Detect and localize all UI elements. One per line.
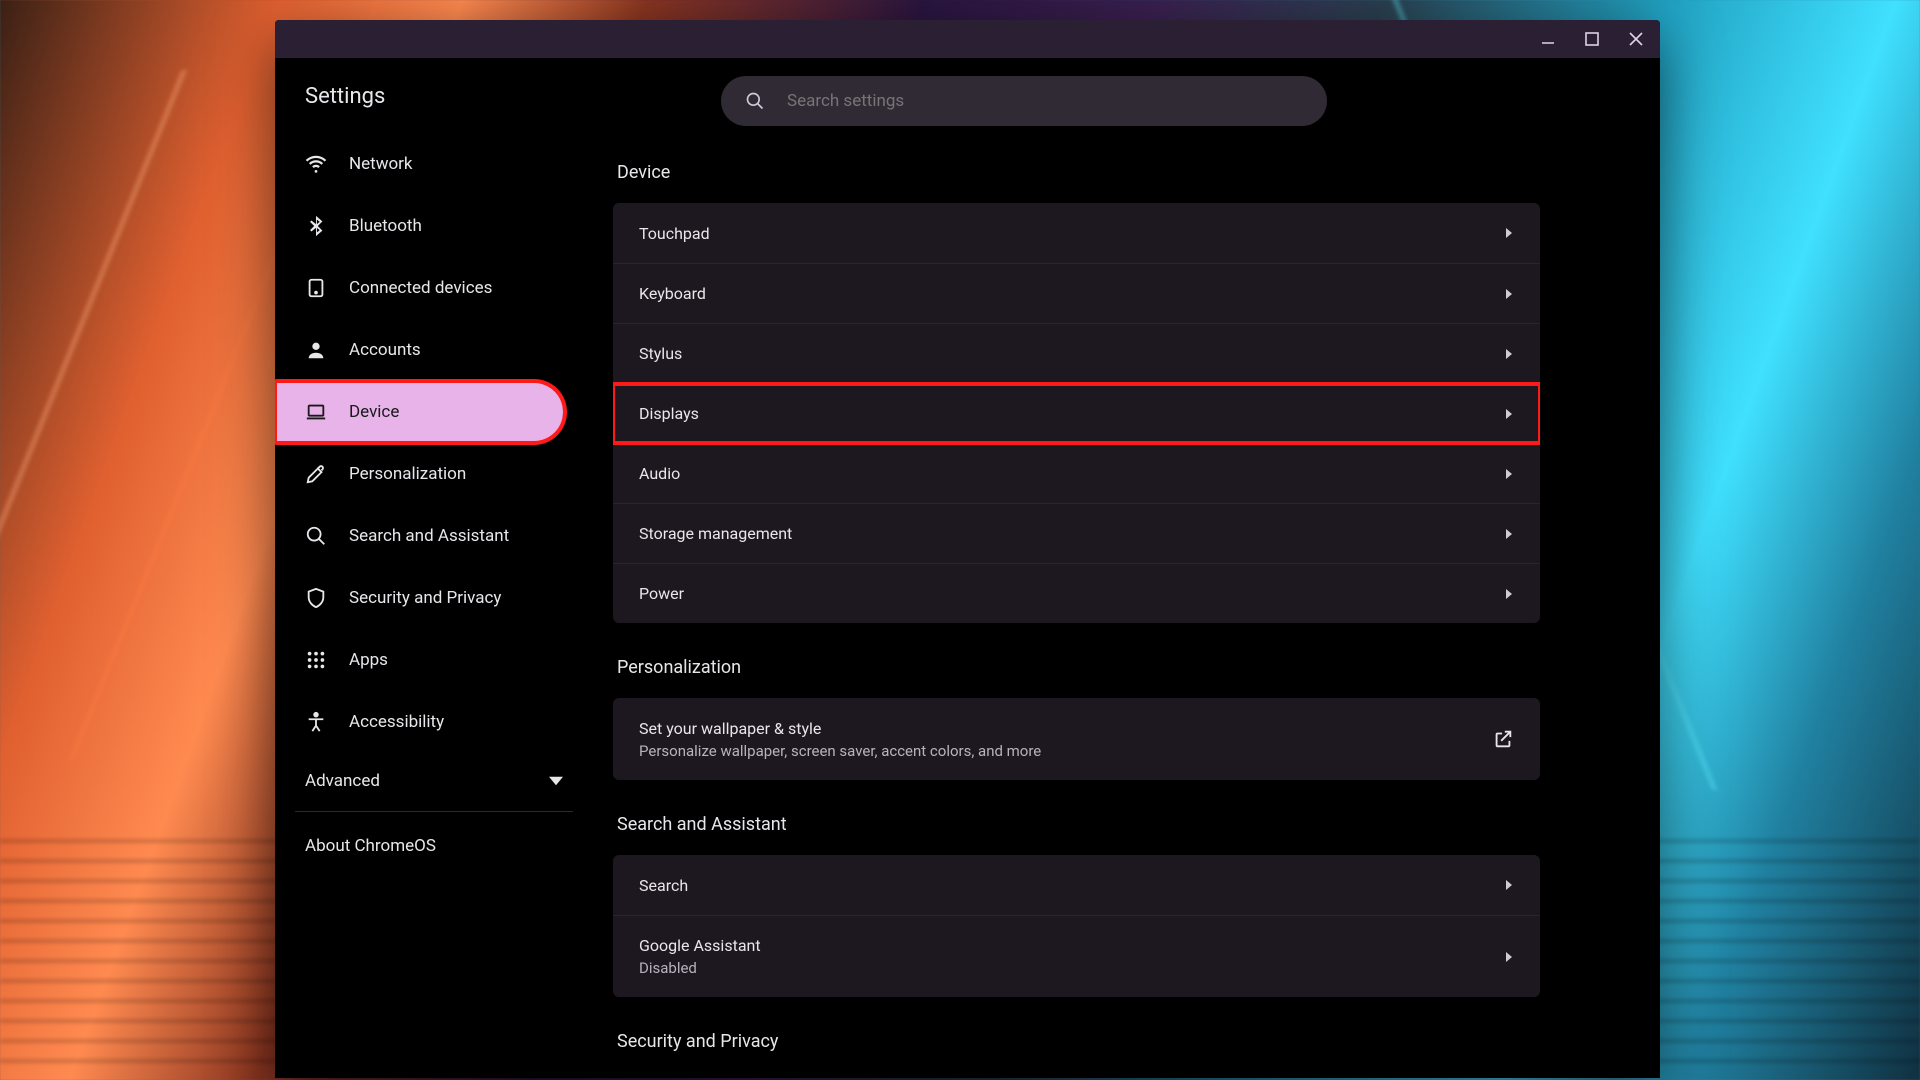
chevron-down-icon bbox=[549, 774, 563, 788]
sidebar-item-label: Security and Privacy bbox=[349, 588, 501, 608]
sidebar-about[interactable]: About ChromeOS bbox=[275, 818, 593, 874]
window-maximize-button[interactable] bbox=[1580, 27, 1604, 51]
sidebar-item-device[interactable]: Device bbox=[275, 381, 563, 443]
bluetooth-icon bbox=[305, 215, 327, 237]
settings-window: Settings Network Bluetooth Connected devic… bbox=[275, 20, 1660, 1078]
settings-row-touchpad[interactable]: Touchpad bbox=[613, 203, 1540, 263]
sidebar-item-label: Connected devices bbox=[349, 278, 492, 298]
sidebar-item-network[interactable]: Network bbox=[275, 133, 593, 195]
row-label: Keyboard bbox=[639, 284, 706, 303]
settings-card: Touchpad Keyboard Stylus Displays Audio Stora… bbox=[613, 203, 1540, 623]
chevron-right-icon bbox=[1504, 952, 1514, 962]
row-label: Stylus bbox=[639, 344, 682, 363]
sidebar-item-label: Network bbox=[349, 154, 413, 174]
shield-icon bbox=[305, 587, 327, 609]
settings-row-displays[interactable]: Displays bbox=[613, 383, 1540, 443]
section-title: Security and Privacy bbox=[617, 1031, 1540, 1052]
sidebar-item-accounts[interactable]: Accounts bbox=[275, 319, 593, 381]
chevron-right-icon bbox=[1504, 529, 1514, 539]
main-panel: Device Touchpad Keyboard Stylus Displays Audi… bbox=[593, 58, 1660, 1078]
open-external-icon bbox=[1492, 728, 1514, 750]
row-sublabel: Personalize wallpaper, screen saver, acc… bbox=[639, 742, 1041, 760]
row-label: Set your wallpaper & style bbox=[639, 719, 1041, 738]
apps-icon bbox=[305, 649, 327, 671]
settings-row-keyboard[interactable]: Keyboard bbox=[613, 263, 1540, 323]
sidebar-item-label: Apps bbox=[349, 650, 388, 670]
sidebar-item-security[interactable]: Security and Privacy bbox=[275, 567, 593, 629]
sidebar-item-search[interactable]: Search and Assistant bbox=[275, 505, 593, 567]
close-icon bbox=[1628, 31, 1644, 47]
search-input[interactable] bbox=[787, 91, 1303, 111]
sidebar-item-apps[interactable]: Apps bbox=[275, 629, 593, 691]
laptop-icon bbox=[305, 401, 327, 423]
sidebar-advanced-label: Advanced bbox=[305, 771, 380, 791]
search-bar[interactable] bbox=[721, 76, 1327, 126]
chevron-right-icon bbox=[1504, 469, 1514, 479]
sidebar-item-label: Personalization bbox=[349, 464, 466, 484]
sidebar-divider bbox=[295, 811, 573, 812]
settings-row-google-assistant[interactable]: Google Assistant Disabled bbox=[613, 915, 1540, 997]
section-title: Search and Assistant bbox=[617, 814, 1540, 835]
row-label: Touchpad bbox=[639, 224, 710, 243]
sidebar-item-connected[interactable]: Connected devices bbox=[275, 257, 593, 319]
accessibility-icon bbox=[305, 711, 327, 733]
maximize-icon bbox=[1584, 31, 1600, 47]
section-title: Device bbox=[617, 162, 1540, 183]
sidebar-item-label: Bluetooth bbox=[349, 216, 422, 236]
sidebar: Settings Network Bluetooth Connected devic… bbox=[275, 58, 593, 1078]
settings-row-set-your-wallpaper-style[interactable]: Set your wallpaper & style Personalize wa… bbox=[613, 698, 1540, 780]
settings-row-stylus[interactable]: Stylus bbox=[613, 323, 1540, 383]
chevron-right-icon bbox=[1504, 289, 1514, 299]
app-title: Settings bbox=[275, 78, 593, 133]
search-icon bbox=[745, 91, 765, 111]
chevron-right-icon bbox=[1504, 349, 1514, 359]
window-titlebar bbox=[275, 20, 1660, 58]
row-sublabel: Disabled bbox=[639, 959, 761, 977]
chevron-right-icon bbox=[1504, 589, 1514, 599]
sidebar-item-label: Device bbox=[349, 402, 399, 422]
window-minimize-button[interactable] bbox=[1536, 27, 1560, 51]
row-label: Search bbox=[639, 876, 688, 895]
chevron-right-icon bbox=[1504, 880, 1514, 890]
chevron-right-icon bbox=[1504, 409, 1514, 419]
settings-row-audio[interactable]: Audio bbox=[613, 443, 1540, 503]
person-icon bbox=[305, 339, 327, 361]
row-label: Displays bbox=[639, 404, 699, 423]
minimize-icon bbox=[1540, 31, 1556, 47]
search-icon bbox=[305, 525, 327, 547]
chevron-right-icon bbox=[1504, 228, 1514, 238]
sidebar-item-personalization[interactable]: Personalization bbox=[275, 443, 593, 505]
settings-row-power[interactable]: Power bbox=[613, 563, 1540, 623]
settings-row-search[interactable]: Search bbox=[613, 855, 1540, 915]
sidebar-advanced-toggle[interactable]: Advanced bbox=[275, 753, 593, 807]
sidebar-item-label: Accounts bbox=[349, 340, 421, 360]
sidebar-item-bluetooth[interactable]: Bluetooth bbox=[275, 195, 593, 257]
settings-card: Set your wallpaper & style Personalize wa… bbox=[613, 698, 1540, 780]
device-icon bbox=[305, 277, 327, 299]
window-close-button[interactable] bbox=[1624, 27, 1648, 51]
sidebar-item-accessibility[interactable]: Accessibility bbox=[275, 691, 593, 753]
brush-icon bbox=[305, 463, 327, 485]
row-label: Google Assistant bbox=[639, 936, 761, 955]
wifi-icon bbox=[305, 153, 327, 175]
section-title: Personalization bbox=[617, 657, 1540, 678]
settings-row-storage-management[interactable]: Storage management bbox=[613, 503, 1540, 563]
row-label: Power bbox=[639, 584, 684, 603]
sidebar-item-label: Search and Assistant bbox=[349, 526, 509, 546]
settings-card: Search Google Assistant Disabled bbox=[613, 855, 1540, 997]
sidebar-item-label: Accessibility bbox=[349, 712, 444, 732]
row-label: Audio bbox=[639, 464, 680, 483]
row-label: Storage management bbox=[639, 524, 792, 543]
